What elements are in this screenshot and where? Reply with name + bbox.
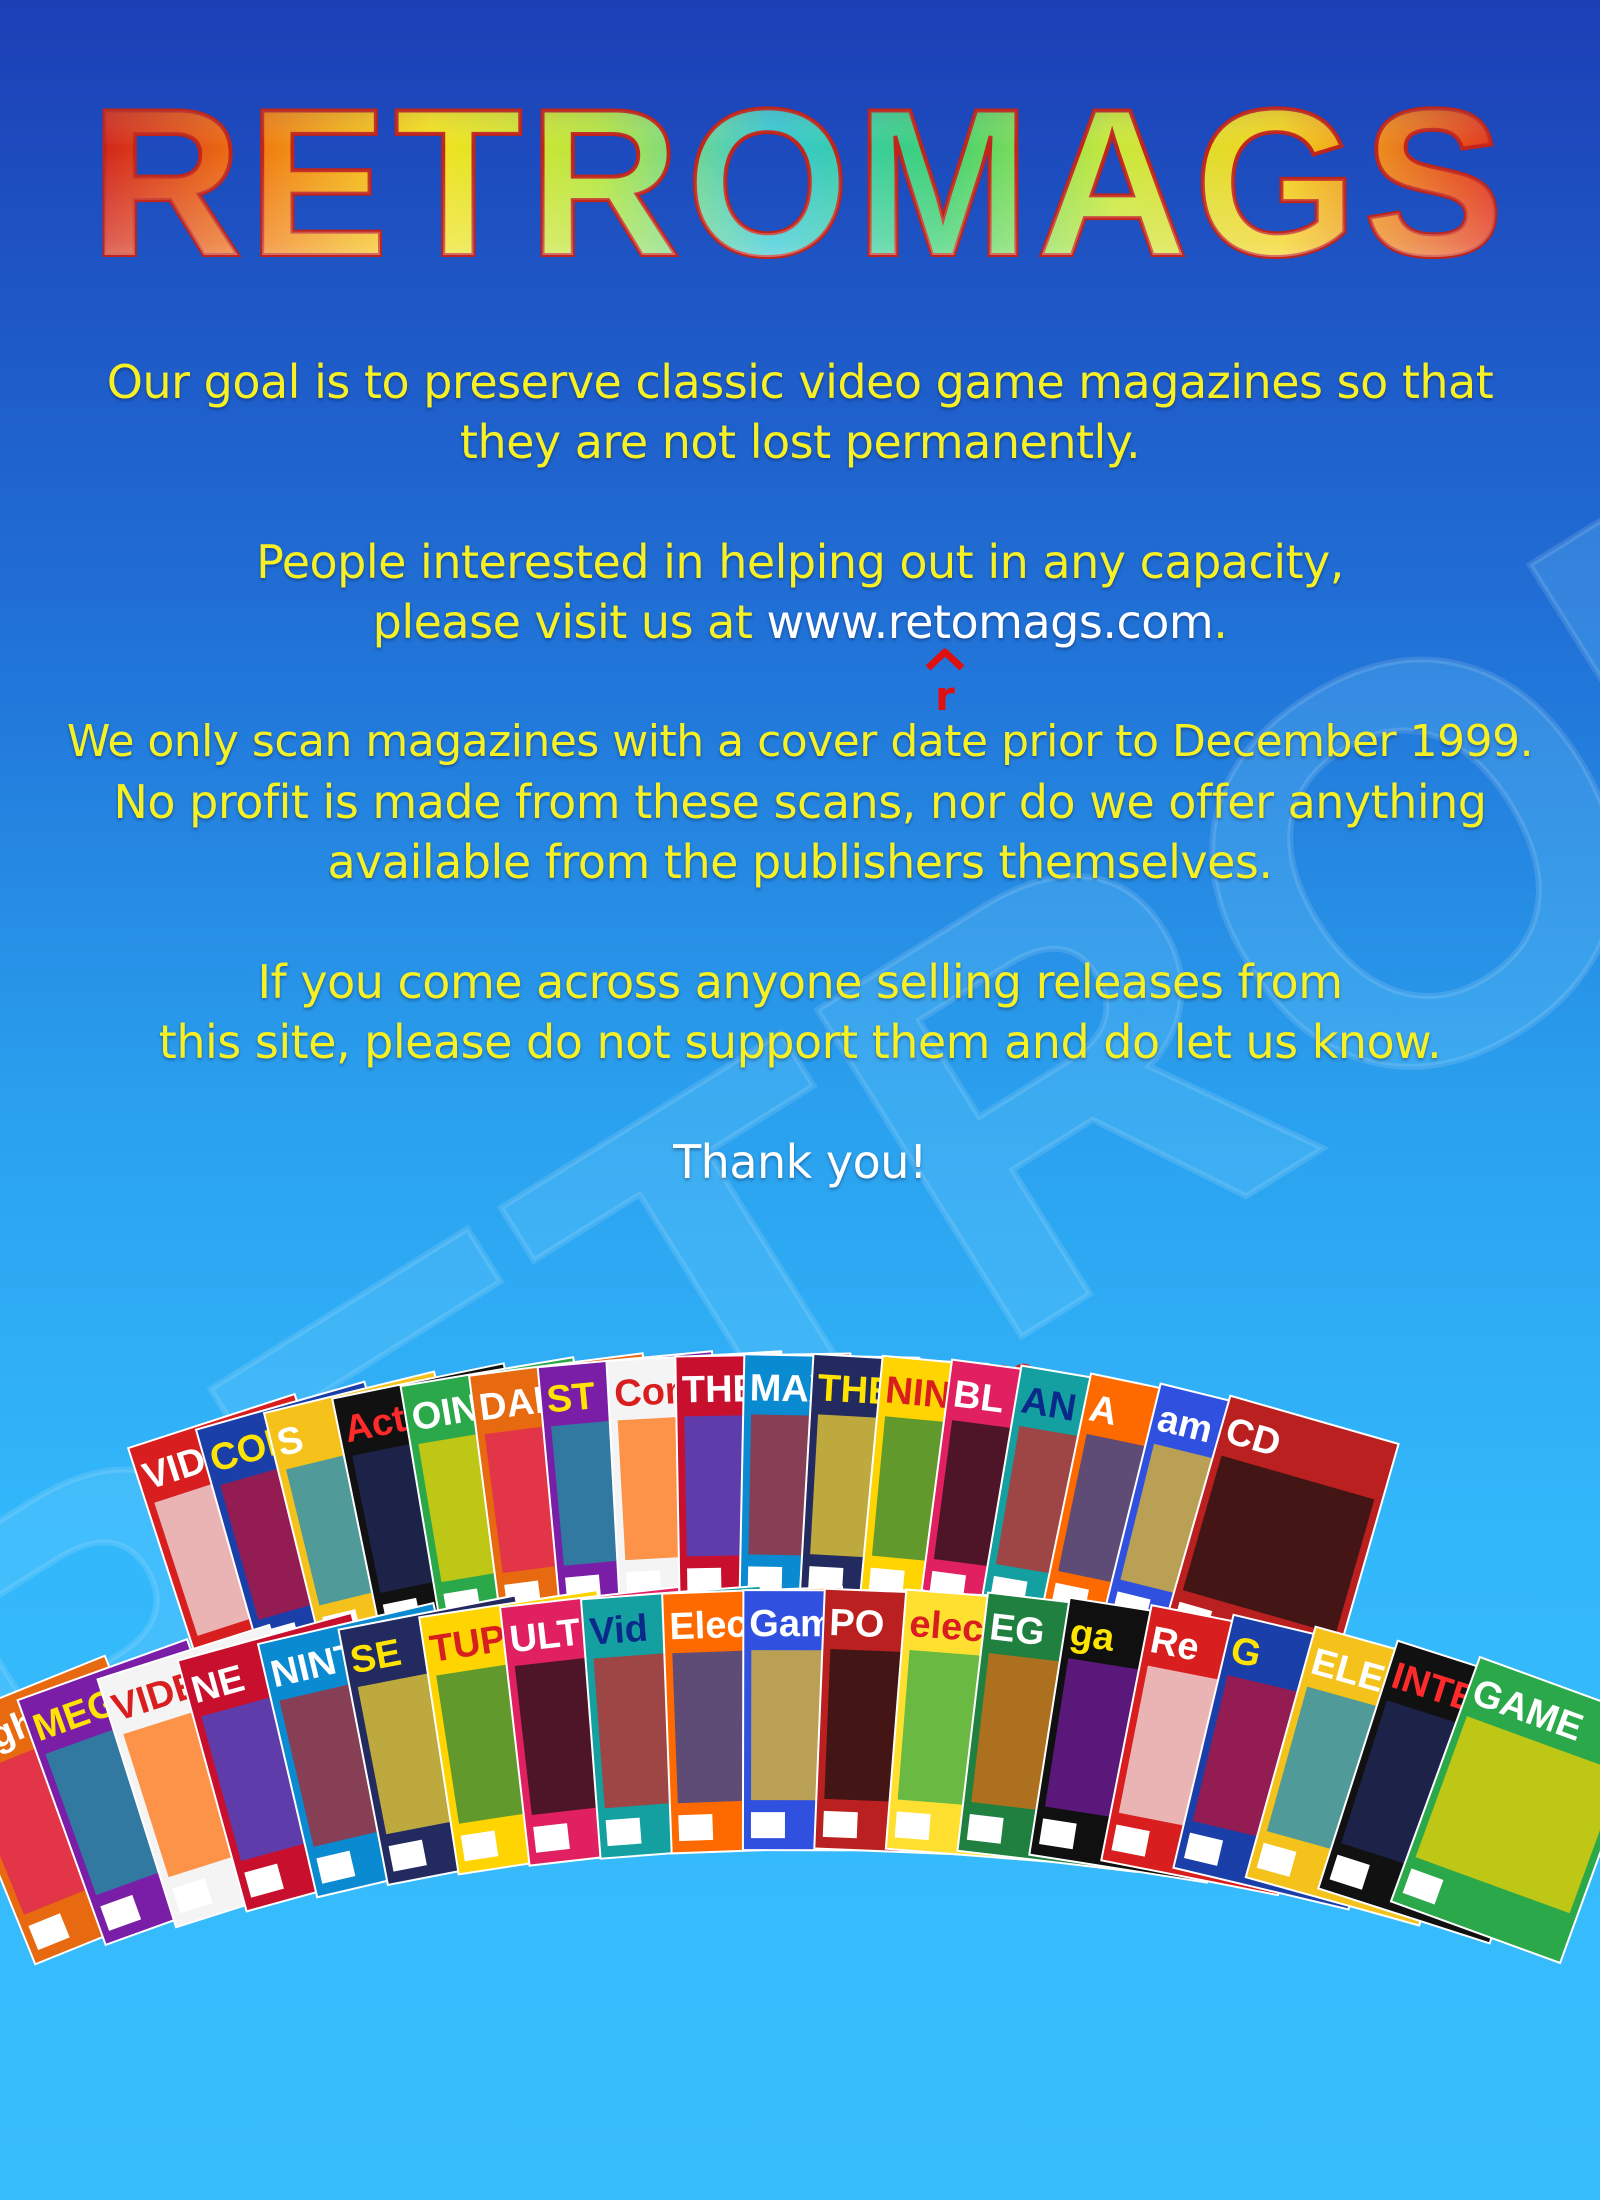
- goal-line-2: they are not lost permanently.: [459, 415, 1141, 469]
- magazine-title: ga: [1067, 1612, 1118, 1661]
- magazine-title: Vid: [588, 1607, 649, 1653]
- magazine-title: Gam: [749, 1603, 834, 1645]
- policy-paragraph: We only scan magazines with a cover date…: [0, 712, 1600, 892]
- spelling-correction-caret: r: [925, 648, 965, 720]
- magazine-collage: VIDEOCOMSActiOINK!DARKST FORMATComputer …: [0, 1350, 1600, 1966]
- help-paragraph: People interested in helping out in any …: [0, 532, 1600, 652]
- help-line-2: please visit us at www.retomags.com.: [0, 592, 1600, 652]
- policy-line-2: No profit is made from these scans, nor …: [113, 775, 1488, 829]
- magazine-title: EG: [987, 1606, 1046, 1654]
- svg-text:RETROMAGS: RETROMAGS: [91, 65, 1510, 300]
- help-line-1: People interested in helping out in any …: [256, 535, 1344, 589]
- magazine-title: NIN: [884, 1369, 953, 1417]
- policy-line-1: We only scan magazines with a cover date…: [66, 716, 1534, 767]
- magazine-title: ULT: [507, 1611, 582, 1661]
- help-line-2-suffix: .: [1213, 595, 1228, 649]
- magazine-title: Elec: [669, 1604, 749, 1649]
- help-line-2-prefix: please visit us at: [372, 595, 767, 649]
- retromags-logo: RETROMAGS RETROMAGS: [89, 63, 1510, 302]
- goal-line-1: Our goal is to preserve classic video ga…: [106, 355, 1494, 409]
- selling-line-2: this site, please do not support them an…: [158, 1015, 1442, 1069]
- goal-paragraph: Our goal is to preserve classic video ga…: [0, 352, 1600, 472]
- selling-line-1: If you come across anyone selling releas…: [257, 955, 1343, 1009]
- website-link[interactable]: www.retomags.com: [767, 595, 1214, 649]
- selling-paragraph: If you come across anyone selling releas…: [0, 952, 1600, 1072]
- magazine-title: BL: [951, 1373, 1007, 1421]
- magazine-title: elec: [908, 1603, 985, 1651]
- thank-you-text: Thank you!: [673, 1135, 927, 1189]
- policy-line-3: available from the publishers themselves…: [327, 835, 1273, 889]
- magazine-title: PO: [829, 1602, 886, 1646]
